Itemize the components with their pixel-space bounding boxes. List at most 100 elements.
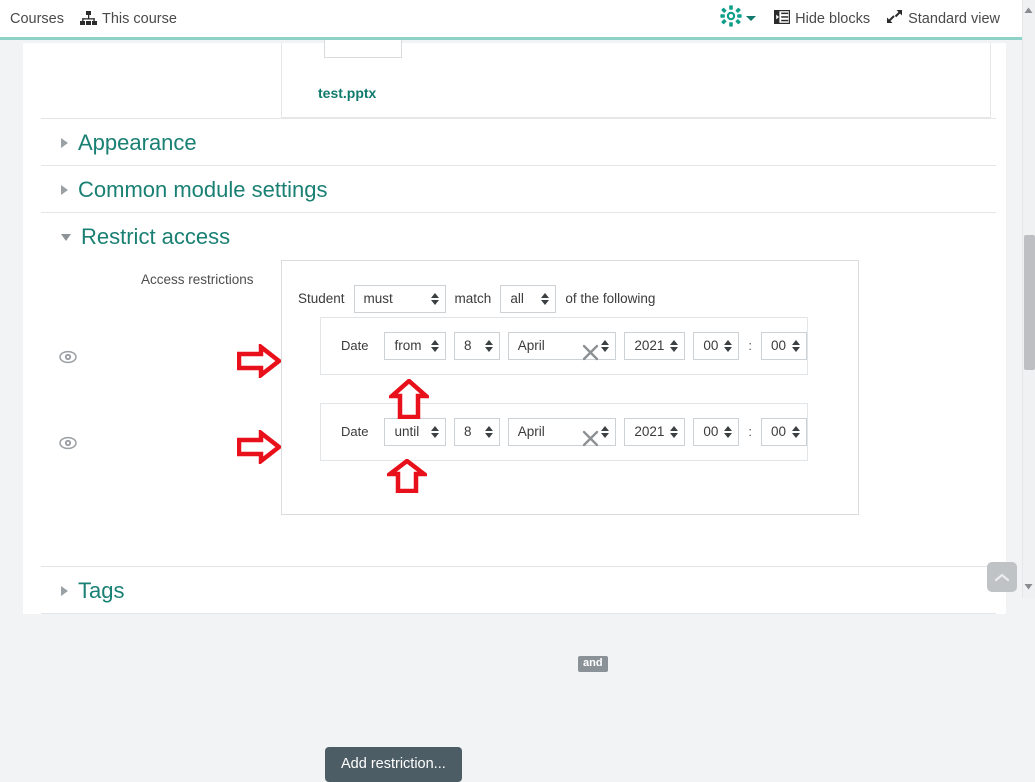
date-month-select[interactable]: April	[507, 331, 617, 360]
all-any-select[interactable]: all	[500, 284, 557, 313]
page-scrollbar-thumb[interactable]	[1024, 235, 1035, 370]
match-suffix-text: of the following	[565, 291, 656, 307]
operator-badge-and[interactable]: and	[578, 655, 608, 672]
delete-restriction-button-1[interactable]	[582, 344, 599, 365]
date-hour-value: 00	[703, 338, 719, 354]
time-separator: :	[748, 424, 752, 440]
navbar-left-group: Courses This course	[0, 7, 185, 31]
select-updown-icon	[430, 292, 439, 305]
hide-blocks-button[interactable]: Hide blocks	[766, 6, 878, 32]
top-navbar: Courses This course Hide blocks Standard…	[0, 0, 1022, 40]
chevron-down-icon	[746, 16, 757, 21]
date-direction-value: until	[394, 424, 420, 440]
chevron-up-icon	[994, 573, 1010, 581]
select-updown-icon	[484, 425, 493, 438]
date-month-select[interactable]: April	[507, 417, 617, 446]
section-title-appearance: Appearance	[78, 130, 197, 155]
select-updown-icon	[430, 425, 439, 438]
chevron-right-icon	[61, 585, 68, 596]
resize-arrows-icon	[886, 9, 903, 28]
date-direction-select[interactable]: from	[384, 331, 446, 360]
standard-view-label: Standard view	[908, 10, 1000, 27]
section-header-common-module-settings[interactable]: Common module settings	[41, 165, 996, 212]
select-updown-icon	[601, 425, 610, 438]
date-year-value: 2021	[634, 424, 665, 440]
sitemap-icon	[80, 11, 97, 26]
section-title-tags: Tags	[78, 577, 125, 603]
select-updown-icon	[484, 339, 493, 352]
date-direction-select[interactable]: until	[384, 417, 446, 446]
section-title-common-module-settings: Common module settings	[78, 177, 328, 203]
section-header-appearance[interactable]: Appearance	[41, 118, 996, 165]
select-updown-icon	[541, 292, 550, 305]
nav-item-this-course[interactable]: This course	[72, 7, 185, 31]
restriction-row-date-from: Date from 8 April 2021 00: 00	[320, 316, 808, 375]
standard-view-button[interactable]: Standard view	[878, 5, 1008, 32]
date-minute-value: 00	[771, 338, 787, 354]
restrict-access-body: Access restrictions Student must match a…	[23, 259, 1006, 782]
navbar-right-group: Hide blocks Standard view	[714, 3, 1022, 34]
chevron-down-icon	[61, 233, 71, 241]
content-card: test.pptx Appearance Common module setti…	[23, 0, 1006, 782]
date-minute-select[interactable]: 00	[761, 331, 807, 360]
date-year-select[interactable]: 2021	[624, 331, 686, 360]
rule-label-date: Date	[341, 424, 369, 440]
scrollbar-down-arrow-icon[interactable]	[1023, 578, 1034, 596]
date-month-value: April	[517, 338, 545, 354]
must-select[interactable]: must	[353, 284, 446, 313]
access-restrictions-label: Access restrictions	[141, 271, 254, 287]
chevron-right-icon	[61, 138, 68, 149]
select-updown-icon	[792, 425, 800, 438]
nav-item-courses-label: Courses	[10, 10, 64, 27]
add-restriction-button[interactable]: Add restriction...	[325, 746, 462, 782]
date-month-value: April	[517, 424, 545, 440]
visibility-eye-toggle-2[interactable]	[59, 434, 77, 452]
nav-item-this-course-label: This course	[102, 10, 177, 27]
date-day-value: 8	[463, 338, 472, 354]
select-updown-icon	[601, 339, 610, 352]
rule-label-date: Date	[341, 338, 369, 354]
delete-restriction-button-2[interactable]	[582, 430, 599, 451]
select-updown-icon	[724, 339, 733, 352]
section-divider-bottom	[41, 612, 996, 614]
nav-item-courses[interactable]: Courses	[2, 7, 72, 31]
date-day-select[interactable]: 8	[453, 417, 500, 446]
match-prefix-text: Student	[298, 291, 345, 307]
select-updown-icon	[670, 425, 679, 438]
file-name-link[interactable]: test.pptx	[318, 85, 376, 101]
restriction-row-date-until: Date until 8 April 2021 00: 00	[320, 402, 808, 461]
visibility-eye-toggle-1[interactable]	[59, 348, 77, 366]
select-updown-icon	[724, 425, 733, 438]
settings-menu-button[interactable]	[714, 3, 766, 34]
all-any-select-value: all	[510, 291, 524, 307]
date-hour-select[interactable]: 00	[693, 417, 740, 446]
date-day-select[interactable]: 8	[453, 331, 500, 360]
match-sentence-row: Student must match all of the following	[298, 284, 656, 313]
date-year-select[interactable]: 2021	[624, 417, 686, 446]
select-updown-icon	[792, 339, 800, 352]
select-updown-icon	[430, 339, 439, 352]
date-year-value: 2021	[634, 338, 665, 354]
section-header-tags[interactable]: Tags	[41, 565, 996, 613]
chevron-right-icon	[61, 185, 68, 196]
must-select-value: must	[363, 291, 393, 307]
section-title-restrict-access: Restrict access	[81, 224, 231, 250]
date-minute-select[interactable]: 00	[761, 417, 807, 446]
date-direction-value: from	[394, 338, 422, 354]
match-middle-text: match	[454, 291, 492, 307]
time-separator: :	[748, 338, 752, 354]
gear-icon	[720, 5, 742, 32]
restrictions-container: Student must match all of the following	[281, 259, 859, 672]
section-header-restrict-access[interactable]: Restrict access	[41, 212, 996, 259]
select-updown-icon	[670, 339, 679, 352]
date-minute-value: 00	[771, 424, 787, 440]
file-preview-area: test.pptx	[281, 0, 991, 118]
date-day-value: 8	[463, 424, 472, 440]
date-hour-select[interactable]: 00	[693, 331, 740, 360]
collapse-panel-icon	[773, 9, 791, 28]
page-background: test.pptx Appearance Common module setti…	[0, 0, 1022, 782]
date-hour-value: 00	[703, 424, 719, 440]
scrollbar-up-arrow-icon[interactable]	[1023, 2, 1034, 20]
scroll-to-top-button[interactable]	[987, 562, 1017, 592]
hide-blocks-label: Hide blocks	[795, 10, 871, 27]
